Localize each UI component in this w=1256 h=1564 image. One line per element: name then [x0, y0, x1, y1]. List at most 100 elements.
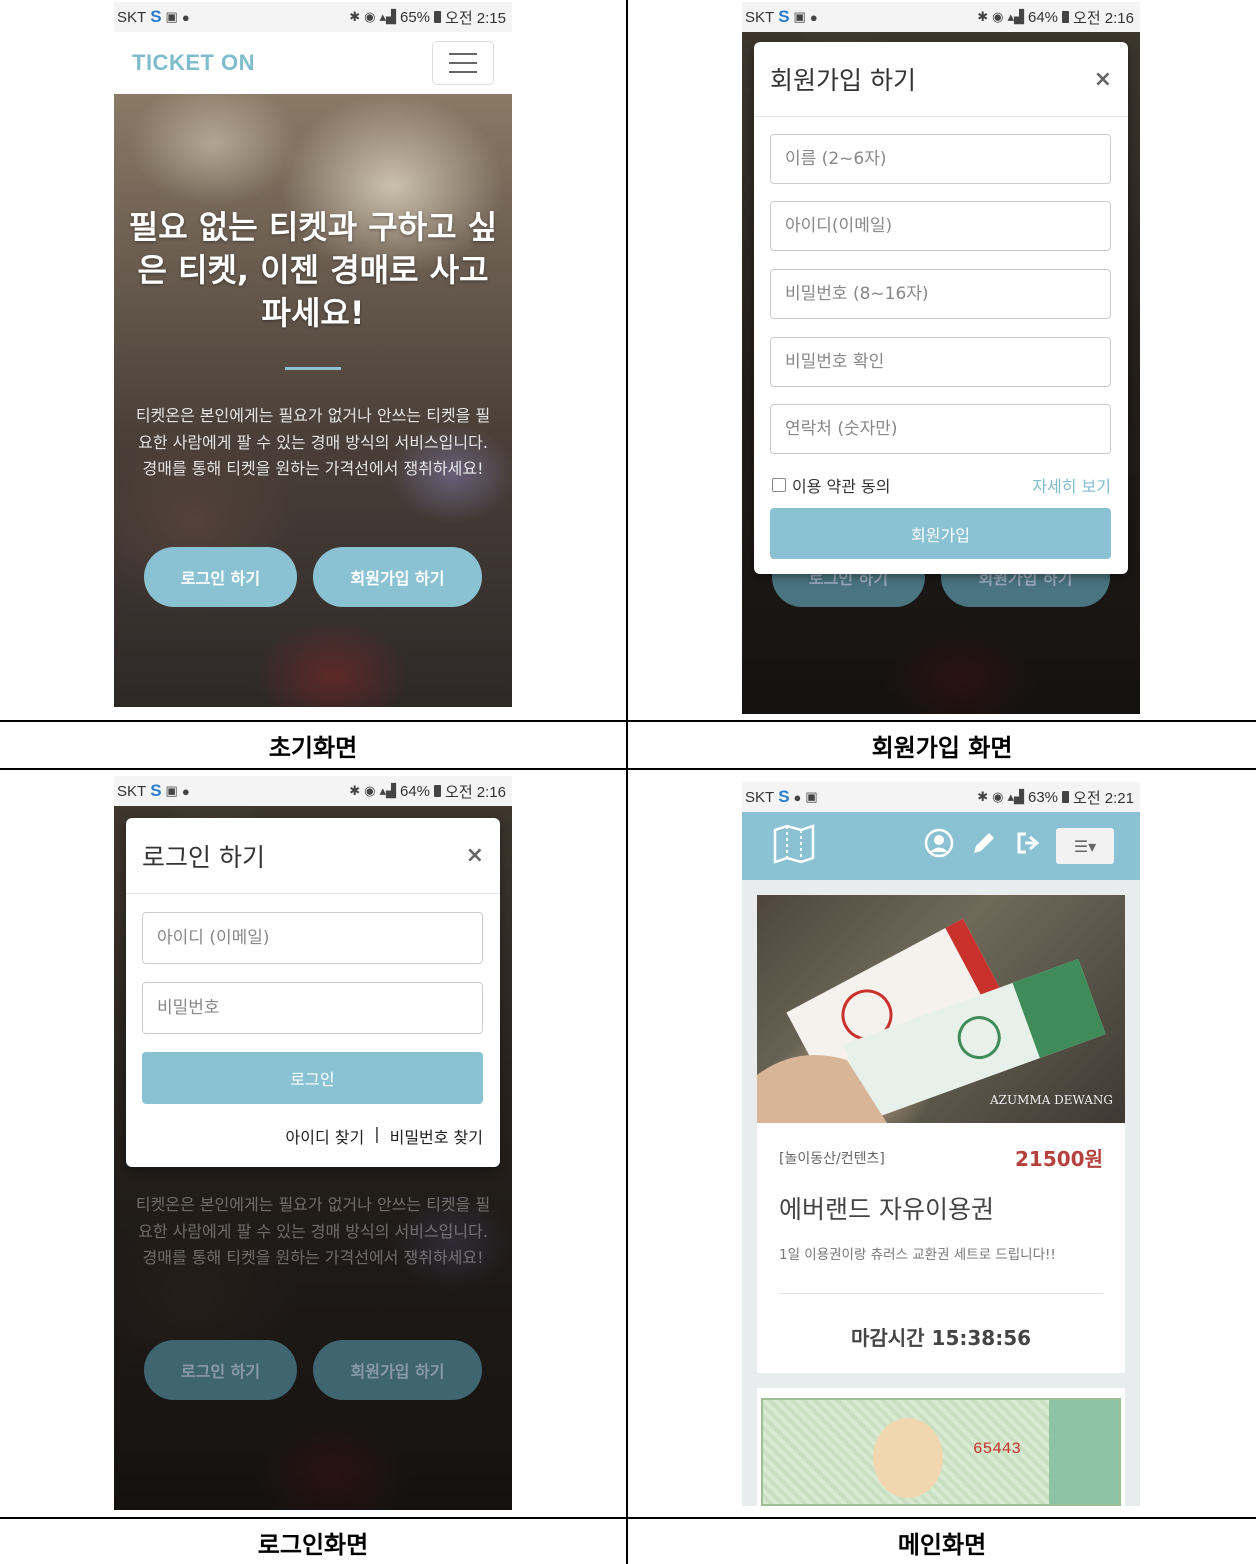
screen-signup: SKT S ▣ ● ✱ ◉ ▴▟ 64% 오전 2:16 로그인 하기 회원가입…	[742, 2, 1140, 714]
user-icon[interactable]	[924, 828, 954, 865]
talk-icon: ●	[809, 9, 818, 25]
phone-field[interactable]	[770, 404, 1111, 454]
card-divider	[779, 1293, 1103, 1294]
login-submit-button[interactable]: 로그인	[142, 1052, 483, 1104]
battery-icon	[434, 11, 442, 23]
hero-divider	[285, 367, 341, 370]
s-app-icon: S	[150, 781, 162, 800]
battery-icon	[1062, 11, 1070, 23]
gallery-icon: ▣	[805, 789, 818, 804]
signal-icon: ▴▟	[1007, 9, 1024, 24]
list-menu-button[interactable]: ☰▾	[1056, 828, 1114, 864]
screen-login: SKT S ▣ ● ✱ ◉ ▴▟ 64% 오전 2:16 티켓온은 본인에게는 …	[114, 776, 512, 1510]
product-image: AZUMMA DEWANG	[757, 895, 1125, 1123]
s-app-icon: S	[778, 787, 790, 806]
product-description: 1일 이용권이랑 츄러스 교환권 세트로 드립니다!!	[779, 1247, 1056, 1263]
name-input[interactable]	[785, 149, 1110, 169]
gallery-icon: ▣	[165, 783, 178, 798]
product-title: 에버랜드 자유이용권	[779, 1195, 994, 1224]
talk-icon: ●	[181, 9, 190, 25]
login-modal: 로그인 하기 × 로그인 아이디 찾기 | 비밀번호 찾기	[126, 818, 500, 1167]
battery-icon	[1062, 791, 1070, 803]
clock: 오전 2:16	[1073, 9, 1134, 27]
brand-logo[interactable]: TICKET ON	[132, 50, 255, 76]
alarm-icon: ◉	[992, 9, 1004, 24]
find-links: 아이디 찾기 | 비밀번호 찾기	[286, 1124, 483, 1148]
screen-initial: SKT S ▣ ● ✱ ◉ ▴▟ 65% 오전 2:15 TICKET ON 필…	[114, 2, 512, 707]
map-icon[interactable]	[772, 824, 816, 868]
talk-icon: ●	[793, 789, 802, 805]
phone-input[interactable]	[785, 419, 1110, 439]
login-id-input[interactable]	[157, 928, 482, 948]
s-app-icon: S	[150, 7, 162, 26]
bluetooth-icon: ✱	[349, 783, 361, 798]
close-icon[interactable]: ×	[466, 843, 484, 868]
terms-checkbox[interactable]	[772, 478, 786, 492]
battery-percent: 63%	[1028, 788, 1059, 806]
name-field[interactable]	[770, 134, 1111, 184]
battery-icon	[434, 785, 442, 797]
clock: 오전 2:16	[445, 783, 506, 801]
find-id-link[interactable]: 아이디 찾기	[286, 1124, 365, 1148]
login-id-field[interactable]	[142, 912, 483, 964]
hamburger-icon	[449, 53, 477, 55]
product-card-2[interactable]: 65443	[757, 1388, 1125, 1506]
signal-icon: ▴▟	[1007, 789, 1024, 804]
battery-percent: 65%	[400, 8, 431, 26]
hero-title: 필요 없는 티켓과 구하고 싶은 티켓, 이젠 경매로 사고파세요!	[128, 208, 498, 332]
gallery-icon: ▣	[165, 9, 178, 24]
signup-button[interactable]: 회원가입 하기	[313, 547, 482, 607]
alarm-icon: ◉	[364, 9, 376, 24]
link-separator: |	[374, 1124, 380, 1143]
alarm-icon: ◉	[364, 783, 376, 798]
password-input[interactable]	[785, 284, 1110, 304]
status-bar: SKT S ▣ ● ✱ ◉ ▴▟ 65% 오전 2:15	[114, 2, 512, 32]
auction-deadline: 마감시간 15:38:56	[850, 1326, 1032, 1350]
hero-description: 티켓온은 본인에게는 필요가 없거나 안쓰는 티켓을 필요한 사람에게 팔 수 …	[135, 406, 491, 478]
caption-main: 메인화면	[897, 1529, 987, 1559]
top-bar: ☰▾	[742, 812, 1140, 880]
status-bar: SKT S ▣ ● ✱ ◉ ▴▟ 64% 오전 2:16	[742, 2, 1140, 32]
carrier-label: SKT	[745, 788, 775, 806]
signup-submit-button[interactable]: 회원가입	[770, 508, 1111, 559]
divider-vertical	[626, 0, 628, 1564]
carrier-label: SKT	[745, 8, 775, 26]
login-password-field[interactable]	[142, 982, 483, 1034]
close-icon[interactable]: ×	[1094, 67, 1112, 92]
caption-initial: 초기화면	[268, 732, 358, 762]
modal-title: 회원가입 하기	[770, 66, 916, 95]
status-bar: SKT S ● ▣ ✱ ◉ ▴▟ 63% 오전 2:21	[742, 782, 1140, 812]
hamburger-menu-button[interactable]	[432, 41, 494, 85]
find-password-link[interactable]: 비밀번호 찾기	[390, 1124, 483, 1148]
login-password-input[interactable]	[157, 998, 482, 1018]
pencil-icon[interactable]	[970, 829, 998, 864]
terms-detail-link[interactable]: 자세히 보기	[1032, 473, 1111, 497]
gallery-icon: ▣	[793, 9, 806, 24]
hero-background	[114, 94, 512, 707]
navbar: TICKET ON	[114, 32, 512, 94]
login-button[interactable]: 로그인 하기	[144, 547, 297, 607]
password-field[interactable]	[770, 269, 1111, 319]
caption-signup: 회원가입 화면	[871, 732, 1013, 762]
password-confirm-input[interactable]	[785, 352, 1110, 372]
battery-percent: 64%	[1028, 8, 1059, 26]
password-confirm-field[interactable]	[770, 337, 1111, 387]
logout-icon[interactable]	[1014, 829, 1042, 864]
signup-modal: 회원가입 하기 × 이용 약관 동의 자세히 보기 회원가입	[754, 42, 1128, 574]
signal-icon: ▴▟	[379, 9, 396, 24]
carrier-label: SKT	[117, 782, 147, 800]
clock: 오전 2:15	[445, 9, 506, 27]
bluetooth-icon: ✱	[349, 9, 361, 24]
id-input[interactable]	[785, 216, 1110, 236]
caption-login: 로그인화면	[257, 1529, 369, 1559]
carrier-label: SKT	[117, 8, 147, 26]
divider-row-2	[0, 768, 1256, 770]
terms-agree[interactable]: 이용 약관 동의	[772, 473, 891, 497]
product-price: 21500원	[1015, 1147, 1103, 1171]
ticket-number: 65443	[973, 1440, 1022, 1458]
id-field[interactable]	[770, 201, 1111, 251]
modal-title: 로그인 하기	[142, 842, 265, 872]
battery-percent: 64%	[400, 782, 431, 800]
product-card[interactable]: AZUMMA DEWANG [놀이동산/컨텐츠] 21500원 에버랜드 자유이…	[757, 895, 1125, 1373]
modal-header: 회원가입 하기 ×	[754, 42, 1128, 117]
